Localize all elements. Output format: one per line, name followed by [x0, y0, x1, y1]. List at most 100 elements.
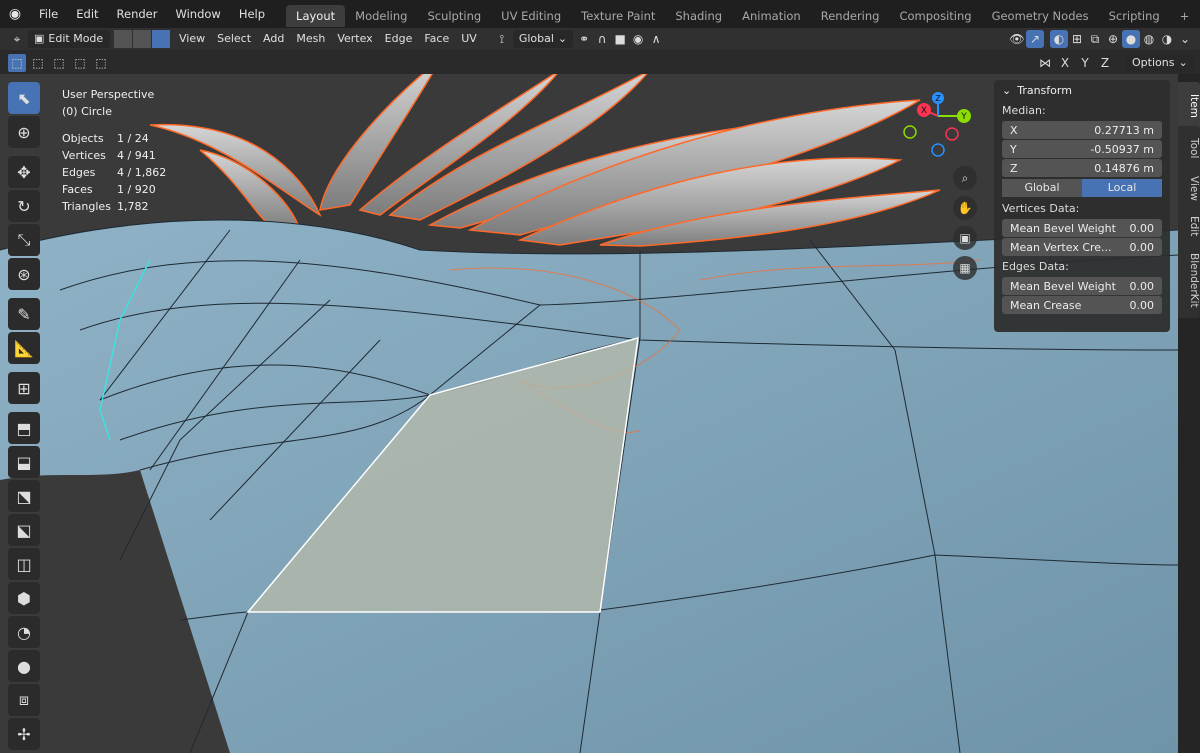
tab-modeling[interactable]: Modeling	[345, 5, 417, 27]
select-box-invert-icon[interactable]: ⬚	[71, 54, 89, 72]
ortho-grid-icon[interactable]: ▦	[953, 256, 977, 280]
face-select-icon[interactable]	[152, 30, 170, 48]
select-box-extend-icon[interactable]: ⬚	[29, 54, 47, 72]
cursor-tool-icon[interactable]: ⊕	[8, 116, 40, 148]
orientation-dropdown[interactable]: Global ⌄	[512, 30, 574, 48]
mirror-y-toggle[interactable]: Y	[1076, 54, 1094, 72]
camera-view-icon[interactable]: ▣	[953, 226, 977, 250]
gizmo-neg-y-icon[interactable]	[903, 125, 917, 139]
menu-add[interactable]: Add	[257, 30, 290, 48]
menu-uv[interactable]: UV	[455, 30, 483, 48]
snap-target-icon[interactable]: ■	[611, 30, 629, 48]
tab-rendering[interactable]: Rendering	[811, 5, 890, 27]
move-tool-icon[interactable]: ✥	[8, 156, 40, 188]
menu-vertex[interactable]: Vertex	[331, 30, 378, 48]
select-box-tool-icon[interactable]: ⬉	[8, 82, 40, 114]
panel-header[interactable]: ⌄ Transform	[994, 80, 1170, 101]
rotate-tool-icon[interactable]: ↻	[8, 190, 40, 222]
zoom-icon[interactable]: ⌕	[953, 166, 977, 190]
tab-geometry-nodes[interactable]: Geometry Nodes	[982, 5, 1099, 27]
menu-help[interactable]: Help	[230, 0, 274, 28]
select-box-subtract-icon[interactable]: ⬚	[50, 54, 68, 72]
menu-edge[interactable]: Edge	[379, 30, 419, 48]
select-box-intersect-icon[interactable]: ⬚	[92, 54, 110, 72]
add-cube-tool-icon[interactable]: ⊞	[8, 372, 40, 404]
menu-render[interactable]: Render	[108, 0, 167, 28]
vertex-select-icon[interactable]	[114, 30, 132, 48]
navigation-gizmo[interactable]: X Y Z	[900, 88, 980, 168]
mesh-overlay-icon[interactable]: ⊞	[1068, 30, 1086, 48]
tab-edit[interactable]: Edit	[1178, 206, 1200, 246]
tab-view[interactable]: View	[1178, 166, 1200, 210]
mirror-z-toggle[interactable]: Z	[1096, 54, 1114, 72]
tab-item[interactable]: Item	[1178, 82, 1200, 130]
menu-file[interactable]: File	[30, 0, 67, 28]
scale-tool-icon[interactable]: ⤡	[8, 224, 40, 256]
add-workspace-icon[interactable]: +	[1170, 5, 1200, 27]
menu-view[interactable]: View	[173, 30, 211, 48]
tab-shading[interactable]: Shading	[665, 5, 732, 27]
median-y-field[interactable]: Y -0.50937 m	[1002, 140, 1162, 158]
menu-edit[interactable]: Edit	[67, 0, 107, 28]
knife-tool-icon[interactable]: ◫	[8, 548, 40, 580]
solid-shading-icon[interactable]: ●	[1122, 30, 1140, 48]
wireframe-shading-icon[interactable]: ⊕	[1104, 30, 1122, 48]
rendered-shading-icon[interactable]: ◑	[1158, 30, 1176, 48]
loop-cut-tool-icon[interactable]: ⬕	[8, 514, 40, 546]
bevel-tool-icon[interactable]: ⬔	[8, 480, 40, 512]
extrude-tool-icon[interactable]: ⬒	[8, 412, 40, 444]
options-dropdown[interactable]: Options ⌄	[1126, 54, 1194, 72]
menu-face[interactable]: Face	[418, 30, 455, 48]
edge-mean-bevel-weight-field[interactable]: Mean Bevel Weight 0.00	[1002, 277, 1162, 295]
material-shading-icon[interactable]: ◍	[1140, 30, 1158, 48]
mean-bevel-weight-field[interactable]: Mean Bevel Weight 0.00	[1002, 219, 1162, 237]
shrink-fatten-tool-icon[interactable]: ⧈	[8, 684, 40, 716]
inset-tool-icon[interactable]: ⬓	[8, 446, 40, 478]
snap-icon[interactable]: ∩	[593, 30, 611, 48]
mean-vertex-crease-field[interactable]: Mean Vertex Cre... 0.00	[1002, 238, 1162, 256]
select-mode-toggle[interactable]	[114, 30, 171, 48]
mean-crease-field[interactable]: Mean Crease 0.00	[1002, 296, 1162, 314]
select-box-new-icon[interactable]: ⬚	[8, 54, 26, 72]
mode-dropdown[interactable]: ▣ Edit Mode	[28, 30, 110, 48]
edge-select-icon[interactable]	[133, 30, 151, 48]
poly-build-tool-icon[interactable]: ⬢	[8, 582, 40, 614]
median-x-field[interactable]: X 0.27713 m	[1002, 121, 1162, 139]
local-button[interactable]: Local	[1082, 179, 1162, 197]
tab-texture-paint[interactable]: Texture Paint	[571, 5, 665, 27]
transform-tool-icon[interactable]: ⊛	[8, 258, 40, 290]
blender-logo-icon[interactable]: ◉	[0, 6, 30, 22]
editor-type-icon[interactable]: ⌖	[8, 30, 26, 48]
gizmo-neg-x-icon[interactable]	[945, 127, 959, 141]
tab-layout[interactable]: Layout	[286, 5, 346, 27]
annotate-tool-icon[interactable]: ✎	[8, 298, 40, 330]
tab-sculpting[interactable]: Sculpting	[417, 5, 491, 27]
mirror-icon[interactable]: ⋈	[1036, 54, 1054, 72]
menu-window[interactable]: Window	[166, 0, 229, 28]
xray-icon[interactable]: ⧉	[1086, 30, 1104, 48]
spin-tool-icon[interactable]: ◔	[8, 616, 40, 648]
rip-tool-icon[interactable]: ✢	[8, 718, 40, 750]
gizmo-toggle-icon[interactable]: ↗	[1026, 30, 1044, 48]
overlay-toggle-icon[interactable]: ◐	[1050, 30, 1068, 48]
tab-compositing[interactable]: Compositing	[889, 5, 981, 27]
visibility-icon[interactable]: 👁	[1008, 30, 1026, 48]
global-button[interactable]: Global	[1002, 179, 1082, 197]
tab-scripting[interactable]: Scripting	[1099, 5, 1170, 27]
gizmo-neg-z-icon[interactable]	[931, 143, 945, 157]
proportional-edit-icon[interactable]: ◉	[629, 30, 647, 48]
menu-select[interactable]: Select	[211, 30, 257, 48]
falloff-icon[interactable]: ∧	[647, 30, 665, 48]
measure-tool-icon[interactable]: 📐	[8, 332, 40, 364]
pan-hand-icon[interactable]: ✋	[953, 196, 977, 220]
shading-options-icon[interactable]: ⌄	[1176, 30, 1194, 48]
pivot-icon[interactable]: ⚭	[575, 30, 593, 48]
menu-mesh[interactable]: Mesh	[290, 30, 331, 48]
mirror-x-toggle[interactable]: X	[1056, 54, 1074, 72]
tab-uv-editing[interactable]: UV Editing	[491, 5, 571, 27]
smooth-tool-icon[interactable]: ●	[8, 650, 40, 682]
tab-blenderkit[interactable]: BlenderKit	[1178, 242, 1200, 318]
tab-tool[interactable]: Tool	[1178, 126, 1200, 170]
median-z-field[interactable]: Z 0.14876 m	[1002, 159, 1162, 177]
tab-animation[interactable]: Animation	[732, 5, 811, 27]
